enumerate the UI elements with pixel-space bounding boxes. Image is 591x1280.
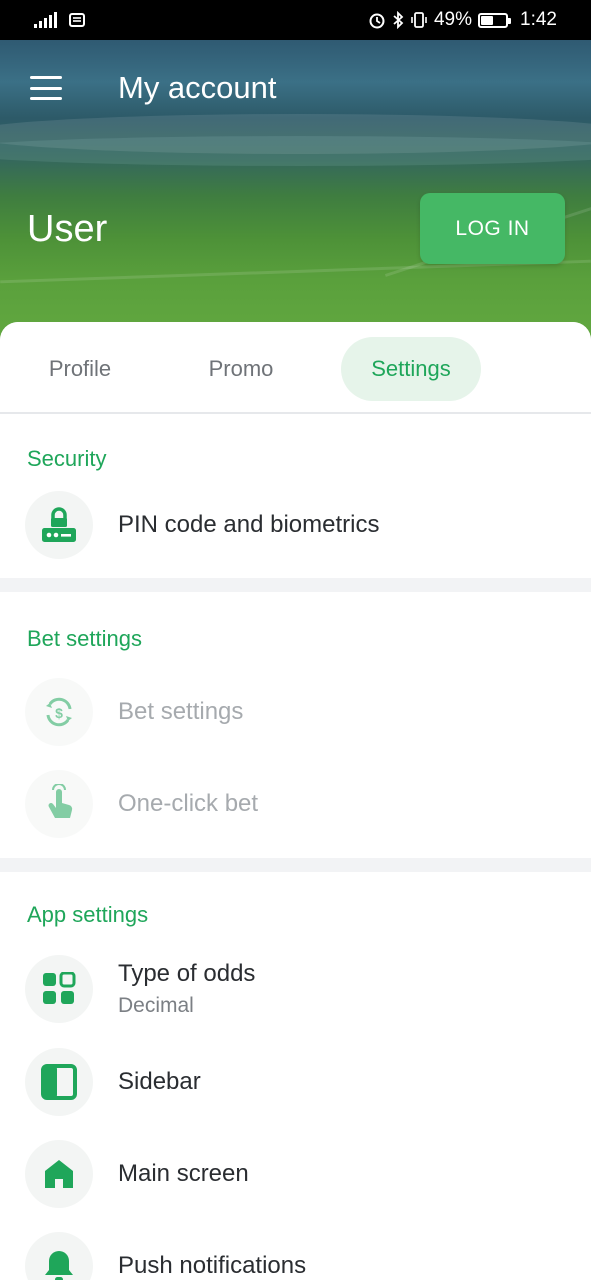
bet-refresh-icon: $ xyxy=(25,678,93,746)
section-title-security: Security xyxy=(27,446,107,471)
main-screen-label: Main screen xyxy=(118,1160,249,1187)
odds-type-label: Type of odds xyxy=(118,960,256,987)
signal-icon xyxy=(34,12,57,28)
odds-type-item[interactable]: Type of odds Decimal xyxy=(0,942,591,1036)
bet-settings-section: Bet settings $ Bet settings One-click be… xyxy=(0,592,591,858)
battery-icon xyxy=(478,12,512,28)
home-icon xyxy=(25,1140,93,1208)
sidebar-icon xyxy=(25,1048,93,1116)
app-settings-section: App settings Type of odds Decimal Sideba… xyxy=(0,872,591,1280)
tap-hand-icon xyxy=(25,770,93,838)
message-icon xyxy=(69,13,85,27)
one-click-bet-label: One-click bet xyxy=(118,790,259,817)
bet-settings-item[interactable]: $ Bet settings xyxy=(0,666,591,758)
account-header: My account User LOG IN xyxy=(0,40,591,340)
push-notifications-item[interactable]: Push notifications xyxy=(0,1220,591,1280)
status-right: 49% 1:42 xyxy=(368,9,557,31)
grid-icon xyxy=(25,955,93,1023)
tab-bar: Profile Promo Settings xyxy=(0,322,591,414)
svg-text:$: $ xyxy=(55,705,63,721)
tab-settings[interactable]: Settings xyxy=(341,337,481,401)
section-title-bet: Bet settings xyxy=(27,626,142,651)
section-title-app: App settings xyxy=(27,902,149,927)
odds-type-value: Decimal xyxy=(118,994,194,1017)
login-button[interactable]: LOG IN xyxy=(420,193,565,264)
tab-promo[interactable]: Promo xyxy=(180,337,302,401)
main-screen-item[interactable]: Main screen xyxy=(0,1128,591,1220)
push-notifications-label: Push notifications xyxy=(118,1252,307,1279)
status-bar: 49% 1:42 xyxy=(0,0,591,40)
clock: 1:42 xyxy=(520,9,557,30)
sidebar-item[interactable]: Sidebar xyxy=(0,1036,591,1128)
bet-settings-label: Bet settings xyxy=(118,698,244,725)
lock-pin-icon xyxy=(25,491,93,559)
vibrate-icon xyxy=(411,12,427,28)
hamburger-menu-icon[interactable] xyxy=(30,76,62,100)
tab-profile[interactable]: Profile xyxy=(20,337,140,401)
battery-percent: 49% xyxy=(433,9,473,30)
user-name: User xyxy=(27,208,108,250)
sidebar-label: Sidebar xyxy=(118,1068,201,1095)
settings-content: Profile Promo Settings Security PIN code… xyxy=(0,322,591,1280)
security-section: Security PIN code and biometrics xyxy=(0,414,591,578)
alarm-icon xyxy=(369,13,385,29)
bell-icon xyxy=(25,1232,93,1280)
one-click-bet-item[interactable]: One-click bet xyxy=(0,758,591,850)
status-left xyxy=(34,12,85,28)
pin-biometrics-item[interactable]: PIN code and biometrics xyxy=(0,478,591,572)
pin-biometrics-label: PIN code and biometrics xyxy=(118,511,380,538)
page-title: My account xyxy=(118,70,277,105)
bluetooth-icon xyxy=(393,11,404,29)
